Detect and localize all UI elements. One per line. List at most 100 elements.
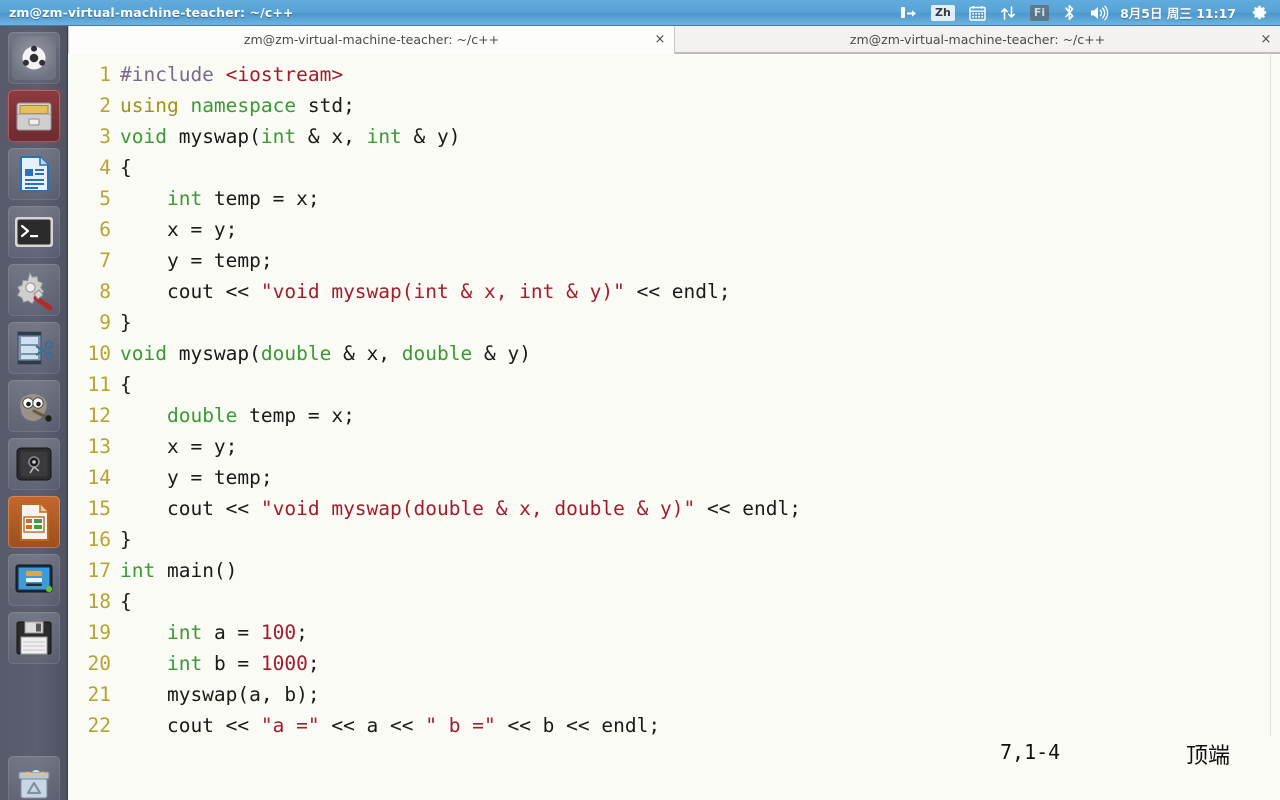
code-token: } [120, 311, 132, 334]
code-line: 3 void myswap(int & x, int & y) [68, 121, 1280, 152]
libreoffice-writer-icon[interactable] [7, 148, 60, 200]
code-token: cout << [120, 714, 261, 737]
code-line: 4{ [68, 152, 1280, 183]
terminal-tab-1-close-icon[interactable]: × [652, 32, 668, 48]
code-token: cout << [120, 280, 261, 303]
line-number: 6 [99, 218, 111, 241]
line-number: 7 [99, 249, 111, 272]
safe-vault-icon[interactable] [7, 438, 60, 490]
code-line: 16} [68, 524, 1280, 555]
code-token: double [166, 404, 238, 427]
terminal-tab-2-label: zm@zm-virtual-machine-teacher: ~/c++ [849, 31, 1106, 47]
terminal-tab-bar: zm@zm-virtual-machine-teacher: ~/c++ × z… [68, 26, 1280, 54]
code-token: y = temp; [120, 249, 273, 272]
code-line: 17 int main() [68, 555, 1280, 586]
line-number: 16 [87, 528, 111, 551]
code-token: int [166, 621, 203, 644]
code-token: myswap(a, b); [120, 683, 320, 706]
calendar-icon[interactable] [962, 0, 993, 26]
code-token: 100 [260, 621, 297, 644]
code-token: ; [296, 621, 308, 644]
code-token: y = temp; [120, 466, 273, 489]
code-line: 18 { [68, 586, 1280, 617]
vim-editor-area[interactable]: 1 #include <iostream> 2 using namespace std… [68, 54, 1280, 800]
code-token: " b =" [425, 714, 496, 737]
video-editor-icon[interactable] [7, 322, 60, 374]
code-line: 7 y = temp; [68, 245, 1280, 276]
scroll-state-label: 顶端 [1186, 744, 1231, 769]
system-settings-icon[interactable] [7, 264, 60, 316]
code-token: myswap( [166, 342, 261, 365]
code-token: "void myswap(double & x, double & y)" [260, 497, 696, 520]
line-number: 11 [87, 373, 111, 396]
terminal-tab-2[interactable]: zm@zm-virtual-machine-teacher: ~/c++ × [675, 26, 1280, 53]
vim-status-bar: 7,1-4 顶端 [68, 736, 1280, 800]
code-token: double [260, 342, 332, 365]
code-line: 5 int temp = x; [68, 183, 1280, 214]
code-token: "a =" [260, 714, 320, 737]
line-number: 21 [87, 683, 111, 706]
code-token: double [401, 342, 473, 365]
input-method-zh-label: Zh [931, 4, 955, 21]
clock-datetime[interactable]: 8月5日 周三 11:17 [1116, 3, 1244, 22]
code-line: 10 void myswap(double & x, double & y) [68, 338, 1280, 369]
input-method-zh-icon[interactable]: Zh [924, 0, 962, 26]
code-token: & x, [331, 342, 402, 365]
bluetooth-icon[interactable] [1056, 0, 1083, 26]
code-token: { [120, 590, 132, 613]
code-token: void [120, 125, 167, 148]
code-token: { [120, 156, 132, 179]
terminal-tab-2-close-icon[interactable]: × [1258, 31, 1274, 47]
code-token: << a << [319, 714, 426, 737]
network-transfer-icon[interactable] [993, 0, 1023, 26]
code-line: 11 { [68, 369, 1280, 400]
gear-icon[interactable] [1244, 0, 1275, 26]
line-number: 9 [99, 311, 111, 334]
line-number: 5 [99, 187, 111, 210]
libreoffice-impress-icon[interactable] [7, 496, 60, 548]
line-number: 2 [99, 94, 111, 117]
line-number: 4 [99, 156, 111, 179]
files-nautilus-icon[interactable] [7, 90, 60, 142]
remote-desktop-icon[interactable] [7, 554, 60, 606]
floppy-save-icon[interactable] [7, 612, 60, 664]
code-token: << endl; [624, 280, 731, 303]
code-line: 14 y = temp; [68, 462, 1280, 493]
line-number: 3 [99, 125, 111, 148]
keyboard-indicator-icon[interactable] [893, 0, 924, 26]
code-token: 1000 [260, 652, 308, 675]
code-line: 20 int b = 1000; [68, 648, 1280, 679]
line-number: 1 [99, 63, 111, 86]
volume-icon[interactable] [1083, 0, 1116, 26]
terminal-icon[interactable] [7, 206, 60, 258]
line-number: 18 [87, 590, 111, 613]
system-tray: Zh Fi 8月5日 周三 11:17 [893, 0, 1280, 26]
code-token: namespace [190, 94, 297, 117]
terminal-tab-1[interactable]: zm@zm-virtual-machine-teacher: ~/c++ × [68, 26, 675, 54]
launcher-spacer [0, 664, 67, 750]
gimp-icon[interactable] [7, 380, 60, 432]
code-token: x = y; [120, 218, 238, 241]
code-token: myswap( [166, 125, 261, 148]
line-number: 19 [87, 621, 111, 644]
code-token: main() [155, 559, 238, 582]
terminal-tab-1-label: zm@zm-virtual-machine-teacher: ~/c++ [243, 32, 500, 47]
code-line: 21 myswap(a, b); [68, 679, 1280, 710]
code-token: } [120, 528, 132, 551]
line-number: 13 [87, 435, 111, 458]
line-number: 17 [87, 559, 111, 582]
fcitx-indicator-icon[interactable]: Fi [1023, 0, 1056, 26]
code-listing[interactable]: 1 #include <iostream> 2 using namespace std… [68, 54, 1280, 741]
line-number: 8 [99, 280, 111, 303]
trash-icon[interactable] [7, 756, 60, 800]
code-token: "void myswap(int & x, int & y)" [260, 280, 625, 303]
line-number: 10 [87, 342, 111, 365]
line-number: 14 [87, 466, 111, 489]
code-token: { [120, 373, 132, 396]
ubuntu-dash-icon[interactable] [7, 32, 60, 84]
code-token: temp = x; [202, 187, 320, 210]
